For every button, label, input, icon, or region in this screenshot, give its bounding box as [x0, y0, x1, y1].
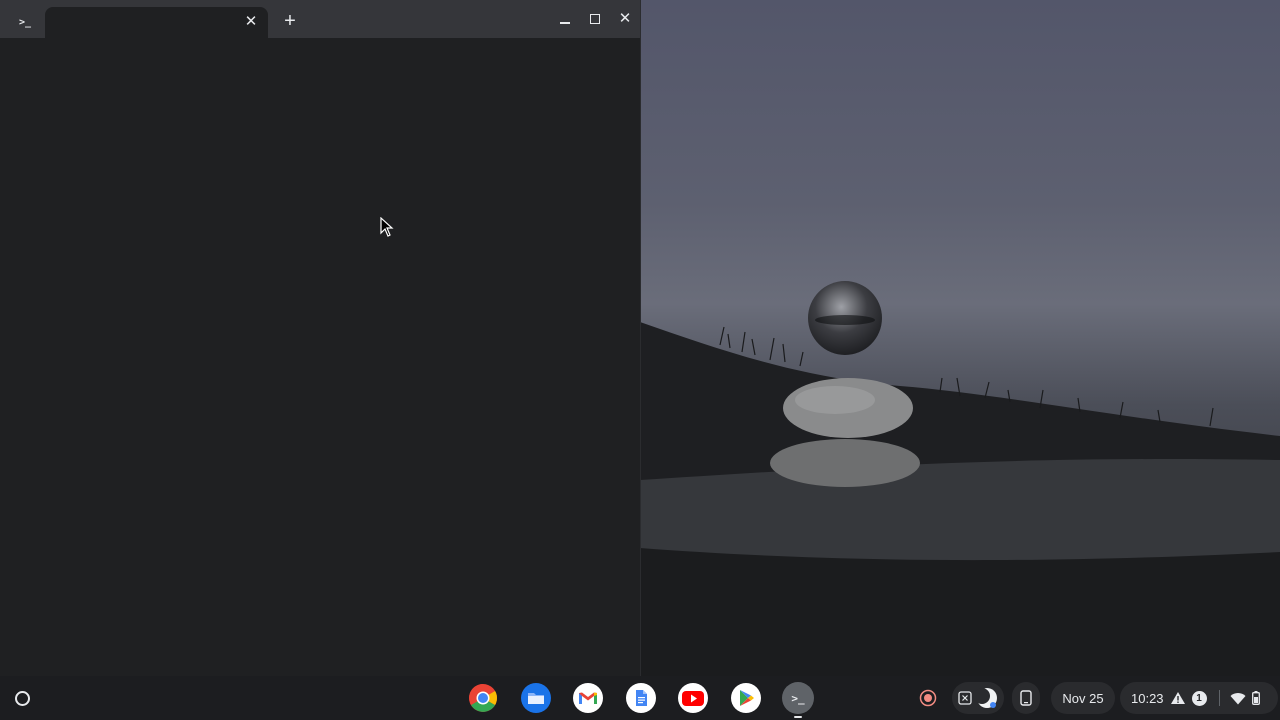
screen-record-button[interactable]: [913, 683, 943, 713]
terminal-window[interactable]: >_ ✕ + ✕: [0, 0, 640, 676]
phone-hub-button[interactable]: [1012, 682, 1040, 714]
date-pill[interactable]: Nov 25: [1051, 682, 1115, 714]
docs-icon: [626, 683, 656, 713]
battery-icon: [1251, 691, 1260, 705]
record-icon: [919, 689, 937, 707]
terminal-icon: >_: [791, 691, 805, 705]
play-store-icon: [731, 683, 761, 713]
youtube-icon: [678, 683, 708, 713]
new-tab-button[interactable]: +: [280, 11, 300, 32]
window-titlebar[interactable]: >_ ✕ + ✕: [0, 0, 640, 38]
shelf-app-docs[interactable]: [625, 682, 657, 714]
launcher-button[interactable]: [8, 684, 36, 712]
moon-thumbnail-icon: [976, 688, 997, 708]
wifi-icon: [1230, 692, 1246, 705]
screenshot-icon: [958, 691, 972, 705]
mouse-pointer-icon: [380, 217, 394, 237]
shelf-app-youtube[interactable]: [677, 682, 709, 714]
close-window-button[interactable]: ✕: [616, 10, 634, 28]
shelf-app-chrome[interactable]: [467, 682, 499, 714]
phone-icon: [1020, 690, 1032, 706]
tray-divider: [1218, 690, 1220, 706]
maximize-button[interactable]: [586, 10, 604, 28]
shelf-app-terminal[interactable]: >_: [782, 682, 814, 718]
notification-counter: 1: [1191, 690, 1207, 706]
tab-close-icon[interactable]: ✕: [242, 13, 260, 31]
files-icon: [521, 683, 551, 713]
status-area[interactable]: 10:23 1: [1120, 682, 1278, 714]
terminal-tab[interactable]: ✕: [45, 7, 268, 38]
warning-icon: [1170, 691, 1186, 705]
date-label: Nov 25: [1062, 690, 1104, 706]
terminal-app-icon: >_: [18, 16, 32, 28]
gmail-icon: [573, 683, 603, 713]
time-label: 10:23: [1131, 690, 1164, 706]
terminal-content[interactable]: [0, 38, 640, 676]
shelf-app-files[interactable]: [520, 682, 552, 714]
shelf-app-play-store[interactable]: [730, 682, 762, 714]
minimize-button[interactable]: [556, 10, 574, 28]
shelf-app-gmail[interactable]: [572, 682, 604, 714]
shelf: >_ Nov 25 10:23 1: [0, 676, 1280, 720]
chrome-icon: [469, 684, 497, 712]
holding-space-pill[interactable]: [952, 682, 1004, 714]
